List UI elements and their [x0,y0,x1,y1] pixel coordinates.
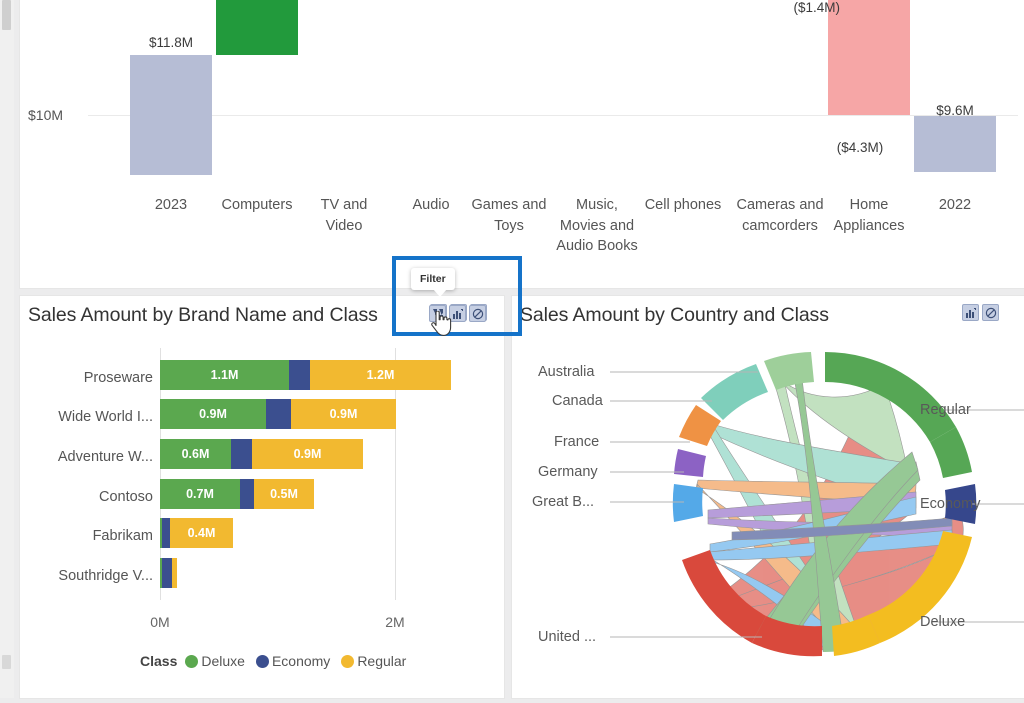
scrollbar-thumb[interactable] [2,0,11,30]
bar-segment-fabrikam-regular[interactable]: 0.4M [170,518,233,548]
waterfall-label-2023: $11.8M [148,35,194,50]
waterfall-label-home-appliances: ($4.3M) [836,140,884,155]
bar-segment-contoso-deluxe[interactable]: 0.7M [160,479,240,509]
bar-segment-wideworld-regular[interactable]: 0.9M [291,399,396,429]
bar-category-label-adventure-works: Adventure W... [57,449,153,465]
bar-legend-item-economy[interactable]: Economy [255,653,331,669]
waterfall-category-2022: 2022 [938,197,972,213]
legend-dot-economy [255,654,269,668]
bar-segment-adventure-economy[interactable] [231,439,252,469]
waterfall-category-tv-and-video: TV and Video [320,197,368,234]
bar-legend-item-regular[interactable]: Regular [341,653,406,669]
bar-segment-wideworld-economy[interactable] [266,399,291,429]
clear-filter-icon[interactable] [469,305,486,322]
bar-legend-label-deluxe: Deluxe [201,653,245,669]
bar-category-label-proseware: Proseware [83,370,153,386]
bar-segment-adventure-regular[interactable]: 0.9M [252,439,363,469]
bar-legend-title: Class [140,653,178,669]
bar-legend[interactable]: Class Deluxe Economy Regular [140,653,412,669]
bar-value-wideworld-deluxe: 0.9M [199,407,227,421]
bar-value-adventure-deluxe: 0.6M [181,447,210,461]
waterfall-ytick-10m: $10M [28,107,64,123]
waterfall-bar-2022-total[interactable] [914,116,996,172]
chord-plot[interactable]: Australia Canada France Germany Great B.… [512,332,1024,698]
chord-label-united-states: United ... [538,629,597,645]
waterfall-category-games-and-toys: Games and Toys [471,197,547,234]
bar-category-label-fabrikam: Fabrikam [92,528,153,544]
bar-value-fabrikam-regular: 0.4M [187,526,216,540]
bar-xtick-2m: 2M [385,614,405,630]
chord-arc-australia[interactable] [764,352,814,390]
waterfall-bar-computers-increase[interactable] [216,0,298,55]
waterfall-label-cameras: ($1.4M) [793,0,840,15]
bar-legend-label-economy: Economy [271,653,331,669]
scrollbar-thumb-lower[interactable] [2,655,11,669]
filter-tooltip-label: Filter [420,273,446,285]
bar-value-wideworld-regular: 0.9M [329,407,358,421]
chord-label-regular: Regular [920,402,971,418]
bar-segment-fabrikam-economy[interactable] [162,518,170,548]
bar-segment-southridge-economy[interactable] [162,558,172,588]
chord-label-canada: Canada [552,393,603,409]
waterfall-visual-card[interactable]: $10M $11.8M ($1.4M) ($4.3M) $9.6M 2023 C… [20,0,1024,288]
legend-dot-deluxe [185,654,199,668]
bar-value-proseware-deluxe: 1.1M [210,368,239,382]
waterfall-category-cameras-and-camcorders: Cameras and camcorders [736,197,824,234]
waterfall-bar-cameras-decrease[interactable] [828,0,910,115]
bar-value-contoso-deluxe: 0.7M [186,487,214,501]
clear-filter-icon[interactable] [982,304,999,321]
bar-legend-item-deluxe[interactable]: Deluxe [185,653,245,669]
waterfall-bar-2023-total[interactable] [130,55,212,175]
bar-value-adventure-regular: 0.9M [293,447,322,461]
bar-value-proseware-regular: 1.2M [366,368,395,382]
bar-segment-contoso-economy[interactable] [240,479,254,509]
legend-dot-regular [341,654,355,668]
bar-category-label-wide-world: Wide World I... [58,409,153,425]
bar-segment-proseware-regular[interactable]: 1.2M [310,360,451,390]
waterfall-category-home-appliances: Home Appliances [833,197,905,234]
chord-label-australia: Australia [538,364,595,380]
chord-arc-great-britain[interactable] [672,484,703,522]
waterfall-gridline [88,115,1018,116]
waterfall-category-cell-phones: Cell phones [644,197,722,213]
waterfall-category-2023: 2023 [154,197,188,213]
bar-xtick-0m: 0M [150,614,170,630]
waterfall-category-computers: Computers [221,197,293,213]
brand-class-bar-visual-card[interactable]: Sales Amount by Brand Name and Class Pro… [20,296,504,698]
filter-tooltip: Filter [411,268,455,297]
bar-segment-proseware-economy[interactable] [289,360,310,390]
chord-label-deluxe: Deluxe [920,614,966,630]
bar-segment-southridge-regular[interactable] [172,558,177,588]
chord-label-great-britain: Great B... [532,494,595,510]
focus-mode-icon[interactable] [962,304,979,321]
chord-label-economy: Economy [920,496,981,512]
bar-segment-adventure-deluxe[interactable]: 0.6M [160,439,231,469]
chord-label-france: France [554,434,600,450]
waterfall-plot[interactable]: $10M $11.8M ($1.4M) ($4.3M) $9.6M 2023 C… [20,0,1024,288]
chord-visual-title: Sales Amount by Country and Class [520,304,829,326]
chord-arc-germany[interactable] [674,449,706,477]
bar-value-contoso-regular: 0.5M [270,487,298,501]
vertical-scrollbar[interactable] [0,0,15,698]
country-class-chord-visual-card[interactable]: Sales Amount by Country and Class Austra… [512,296,1024,698]
bar-category-label-southridge: Southridge V... [58,568,153,584]
waterfall-label-2022: $9.6M [936,103,974,118]
chord-visual-header-icons[interactable] [962,304,999,321]
bar-plot[interactable]: Proseware 1.1M 1.2M Wide World I... 0.9M… [20,296,504,698]
chord-label-germany: Germany [538,464,598,480]
bar-segment-wideworld-deluxe[interactable]: 0.9M [160,399,266,429]
bar-segment-contoso-regular[interactable]: 0.5M [254,479,314,509]
bar-category-label-contoso: Contoso [98,489,153,505]
mouse-cursor-pointing-hand [430,310,452,342]
bar-segment-proseware-deluxe[interactable]: 1.1M [160,360,289,390]
bar-legend-label-regular: Regular [357,653,407,669]
